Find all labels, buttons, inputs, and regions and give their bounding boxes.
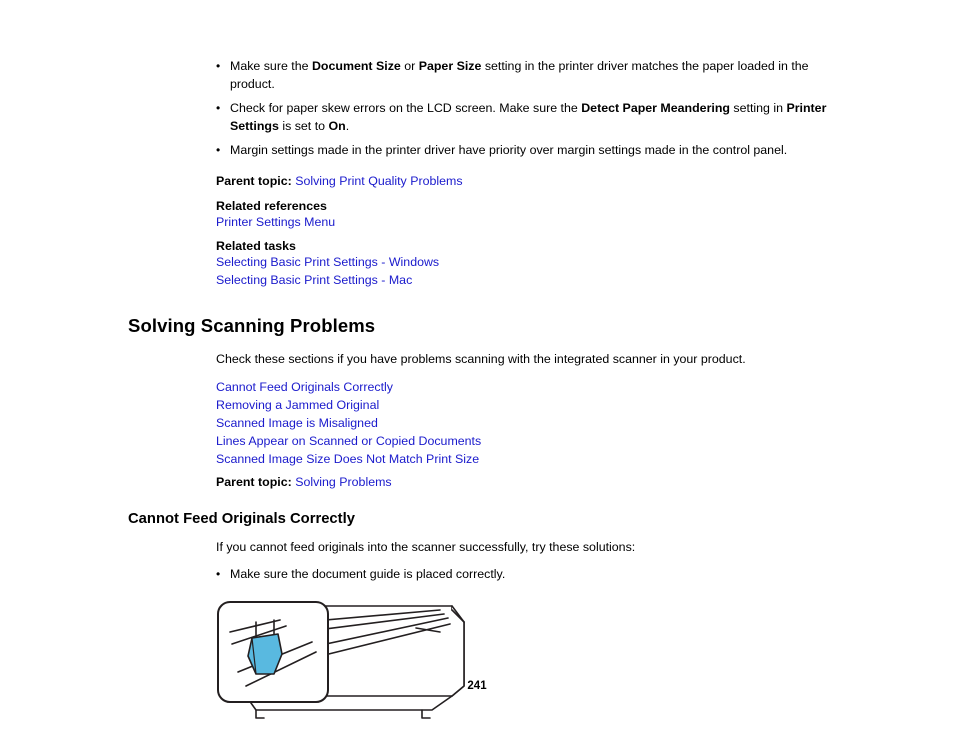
bullet-list-feed-solutions: Make sure the document guide is placed c… [128,566,828,584]
printer-scanner-illustration [217,600,465,719]
parent-topic-link-solving-problems[interactable]: Solving Problems [295,475,391,489]
bullet-list-print-quality: Make sure the Document Size or Paper Siz… [128,58,828,160]
bullet-text-document-guide: Make sure the document guide is placed c… [230,567,506,582]
section-intro-text: Check these sections if you have problem… [216,351,746,366]
link-selecting-basic-print-settings-windows[interactable]: Selecting Basic Print Settings - Windows [216,253,828,271]
figure-document-guide-illustration [216,598,828,728]
link-selecting-basic-print-settings-mac[interactable]: Selecting Basic Print Settings - Mac [216,271,828,289]
related-references-heading: Related references [216,198,327,213]
parent-topic-line-1: Parent topic: Solving Print Quality Prob… [216,172,828,191]
link-cannot-feed-originals-correctly[interactable]: Cannot Feed Originals Correctly [216,378,828,396]
list-item: Make sure the Document Size or Paper Siz… [216,58,828,93]
page-number: 241 [467,680,487,692]
page-title-solving-scanning-problems: Solving Scanning Problems [128,314,376,336]
parent-topic-label: Parent topic: [216,174,292,189]
link-lines-appear-on-scanned-or-copied-documents[interactable]: Lines Appear on Scanned or Copied Docume… [216,432,828,450]
parent-topic-link-solving-print-quality-problems[interactable]: Solving Print Quality Problems [295,174,462,188]
list-item: Make sure the document guide is placed c… [216,566,828,584]
link-printer-settings-menu[interactable]: Printer Settings Menu [216,213,828,231]
topic-link-list: Cannot Feed Originals Correctly Removing… [216,378,828,469]
bullet-text-3: Margin settings made in the printer driv… [230,143,788,158]
link-removing-a-jammed-original[interactable]: Removing a Jammed Original [216,396,828,414]
list-item: Margin settings made in the printer driv… [216,142,828,160]
related-tasks-heading: Related tasks [216,238,296,253]
subsection-intro-text: If you cannot feed originals into the sc… [216,540,636,555]
document-guide-highlight [247,632,283,675]
subsection-title-cannot-feed-originals-correctly: Cannot Feed Originals Correctly [128,511,355,528]
parent-topic-line-2: Parent topic: Solving Problems [216,473,828,492]
page-content: Make sure the Document Size or Paper Siz… [128,58,828,728]
link-scanned-image-size-does-not-match-print-size[interactable]: Scanned Image Size Does Not Match Print … [216,450,828,468]
document-page: Make sure the Document Size or Paper Siz… [0,0,954,738]
link-scanned-image-is-misaligned[interactable]: Scanned Image is Misaligned [216,414,828,432]
bullet-text-2: Check for paper skew errors on the LCD s… [230,101,827,133]
parent-topic-label: Parent topic: [216,474,292,489]
bullet-text-1: Make sure the Document Size or Paper Siz… [230,59,809,91]
list-item: Check for paper skew errors on the LCD s… [216,100,828,135]
